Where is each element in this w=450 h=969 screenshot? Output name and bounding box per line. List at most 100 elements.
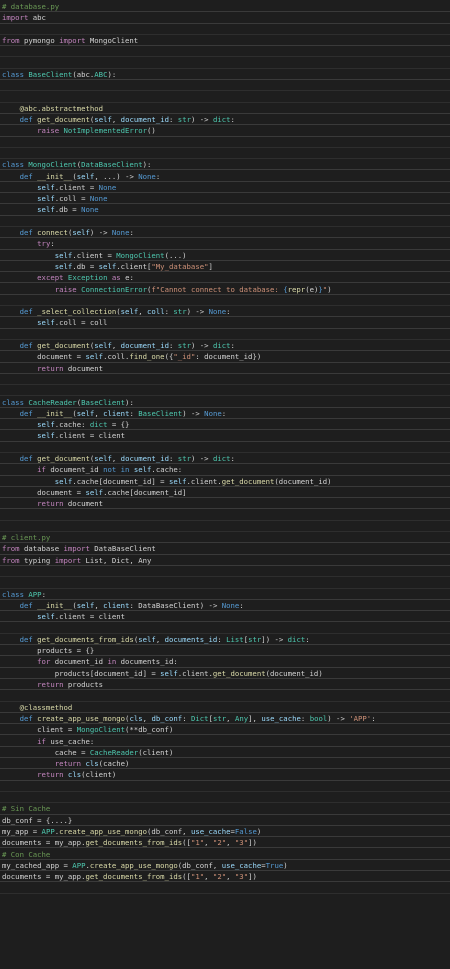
code-line[interactable] bbox=[0, 24, 450, 35]
code-line[interactable]: return products bbox=[0, 679, 450, 691]
code-line[interactable]: products[document_id] = self.client.get_… bbox=[0, 668, 450, 679]
code-token: documents = my_app. bbox=[2, 872, 86, 882]
code-line[interactable]: self.client = MongoClient(...) bbox=[0, 250, 450, 261]
code-line[interactable]: # database.py bbox=[0, 1, 450, 13]
code-line[interactable]: from typing import List, Dict, Any bbox=[0, 555, 450, 566]
code-line[interactable]: def get_document(self, document_id: str)… bbox=[0, 453, 450, 465]
code-line[interactable]: def __init__(self, client: DataBaseClien… bbox=[0, 600, 450, 612]
code-line[interactable]: documents = my_app.get_documents_from_id… bbox=[0, 837, 450, 849]
code-line[interactable] bbox=[0, 510, 450, 521]
code-line[interactable]: if use_cache: bbox=[0, 736, 450, 747]
code-line[interactable]: if document_id not in self.cache: bbox=[0, 464, 450, 476]
code-line[interactable] bbox=[0, 80, 450, 92]
code-line[interactable]: return cls(cache) bbox=[0, 758, 450, 770]
code-line[interactable]: raise NotImplementedError() bbox=[0, 125, 450, 137]
code-line[interactable]: class APP: bbox=[0, 589, 450, 600]
code-line[interactable]: client = MongoClient(**db_conf) bbox=[0, 724, 450, 736]
code-line[interactable]: self.client = client bbox=[0, 430, 450, 442]
code-line[interactable]: def connect(self) -> None: bbox=[0, 227, 450, 239]
code-line[interactable]: documents = my_app.get_documents_from_id… bbox=[0, 871, 450, 883]
code-line[interactable]: except Exception as e: bbox=[0, 272, 450, 284]
code-token: "2" bbox=[212, 838, 227, 848]
code-line[interactable]: my_app = APP.create_app_use_mongo(db_con… bbox=[0, 826, 450, 838]
code-token: return bbox=[37, 680, 64, 689]
code-line[interactable]: def __init__(self, client: BaseClient) -… bbox=[0, 408, 450, 420]
code-token: (...) bbox=[164, 250, 187, 260]
code-line[interactable]: class CacheReader(BaseClient): bbox=[0, 397, 450, 408]
code-line[interactable]: self.db = self.client["My_database"] bbox=[0, 261, 450, 273]
code-token: products = {} bbox=[2, 646, 95, 656]
code-token: .coll = bbox=[54, 194, 90, 204]
code-token: : bbox=[305, 634, 310, 644]
code-line[interactable]: # Con Cache bbox=[0, 849, 450, 860]
code-line[interactable] bbox=[0, 137, 450, 148]
code-line[interactable]: self.cache: dict = {} bbox=[0, 419, 450, 431]
code-line[interactable]: import abc bbox=[0, 12, 450, 24]
code-line[interactable]: def _select_collection(self, coll: str) … bbox=[0, 306, 450, 318]
code-line[interactable]: # Sin Cache bbox=[0, 803, 450, 815]
code-line[interactable]: self.db = None bbox=[0, 204, 450, 216]
code-token: abc bbox=[28, 13, 46, 23]
code-line[interactable]: return document bbox=[0, 498, 450, 510]
code-line[interactable] bbox=[0, 46, 450, 58]
code-line[interactable] bbox=[0, 216, 450, 227]
code-line[interactable]: # client.py bbox=[0, 532, 450, 544]
code-token: cls bbox=[85, 759, 99, 769]
code-line[interactable] bbox=[0, 295, 450, 307]
code-line[interactable]: return cls(client) bbox=[0, 769, 450, 781]
code-line[interactable]: @classmethod bbox=[0, 702, 450, 713]
code-line[interactable] bbox=[0, 385, 450, 397]
code-line[interactable] bbox=[0, 577, 450, 589]
code-line[interactable] bbox=[0, 792, 450, 804]
code-line[interactable]: def get_document(self, document_id: str)… bbox=[0, 340, 450, 352]
code-line[interactable] bbox=[0, 566, 450, 578]
code-line[interactable]: def create_app_use_mongo(cls, db_conf: D… bbox=[0, 713, 450, 725]
code-line[interactable]: my_cached_app = APP.create_app_use_mongo… bbox=[0, 860, 450, 872]
code-line[interactable]: document = self.cache[document_id] bbox=[0, 487, 450, 499]
code-line[interactable] bbox=[0, 374, 450, 386]
code-line[interactable]: try: bbox=[0, 238, 450, 250]
code-line[interactable]: raise ConnectionError(f"Cannot connect t… bbox=[0, 284, 450, 295]
code-line[interactable]: self.cache[document_id] = self.client.ge… bbox=[0, 476, 450, 487]
code-token: def bbox=[19, 228, 33, 237]
code-line[interactable]: @abc.abstractmethod bbox=[0, 103, 450, 114]
code-line[interactable] bbox=[0, 623, 450, 634]
code-line[interactable]: return document bbox=[0, 363, 450, 374]
code-line[interactable] bbox=[0, 329, 450, 340]
code-line[interactable] bbox=[0, 882, 450, 894]
code-line[interactable]: def __init__(self, ...) -> None: bbox=[0, 171, 450, 182]
code-line[interactable]: self.client = None bbox=[0, 182, 450, 194]
code-line[interactable] bbox=[0, 521, 450, 533]
code-line[interactable] bbox=[0, 442, 450, 453]
code-token: from bbox=[2, 555, 20, 565]
code-line[interactable]: class BaseClient(abc.ABC): bbox=[0, 69, 450, 81]
code-token: ): bbox=[142, 160, 152, 170]
code-line[interactable]: self.coll = None bbox=[0, 193, 450, 205]
code-line[interactable] bbox=[0, 58, 450, 69]
code-line[interactable]: self.client = client bbox=[0, 611, 450, 623]
code-line[interactable]: from database import DataBaseClient bbox=[0, 543, 450, 555]
code-editor[interactable]: # database.py import abc from pymongo impo… bbox=[0, 0, 450, 969]
code-line[interactable] bbox=[0, 690, 450, 702]
code-line[interactable]: for document_id in documents_id: bbox=[0, 656, 450, 668]
code-token: self bbox=[72, 228, 90, 237]
code-line[interactable]: document = self.coll.find_one({"_id": do… bbox=[0, 351, 450, 363]
code-line[interactable]: db_conf = {....} bbox=[0, 815, 450, 826]
code-token: self bbox=[85, 487, 104, 497]
code-token: : bbox=[129, 228, 134, 237]
code-token: in bbox=[107, 657, 117, 667]
code-line[interactable]: products = {} bbox=[0, 645, 450, 657]
code-token: from bbox=[2, 35, 20, 45]
code-line[interactable] bbox=[0, 781, 450, 792]
code-token: Dict bbox=[191, 713, 209, 723]
code-line[interactable]: from pymongo import MongoClient bbox=[0, 35, 450, 47]
code-line[interactable]: cache = CacheReader(client) bbox=[0, 747, 450, 759]
code-line[interactable]: def get_documents_from_ids(self, documen… bbox=[0, 634, 450, 646]
code-line[interactable]: class MongoClient(DataBaseClient): bbox=[0, 159, 450, 171]
code-line[interactable] bbox=[0, 91, 450, 103]
code-token: from bbox=[2, 544, 20, 554]
code-line[interactable]: def get_document(self, document_id: str)… bbox=[0, 114, 450, 126]
code-line[interactable] bbox=[0, 148, 450, 160]
code-line[interactable]: self.coll = coll bbox=[0, 317, 450, 329]
